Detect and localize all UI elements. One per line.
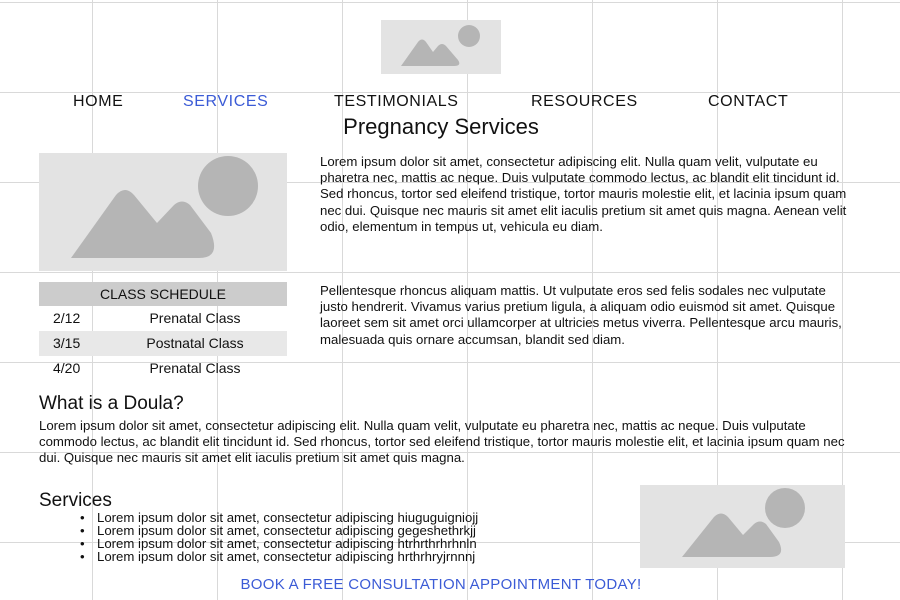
image-placeholder-icon <box>71 156 258 258</box>
class-schedule-table: CLASS SCHEDULE 2/12 Prenatal Class 3/15 … <box>39 282 287 381</box>
schedule-row: 3/15 Postnatal Class <box>39 331 287 356</box>
services-image-placeholder <box>640 485 845 568</box>
nav-item-services[interactable]: SERVICES <box>183 93 268 111</box>
logo-image-placeholder <box>381 20 501 74</box>
page-title: Pregnancy Services <box>343 114 539 139</box>
book-consultation-link[interactable]: BOOK A FREE CONSULTATION APPOINTMENT TOD… <box>0 576 882 593</box>
nav-item-home[interactable]: HOME <box>73 93 123 111</box>
schedule-class-name: Postnatal Class <box>146 335 244 351</box>
nav-item-resources[interactable]: RESOURCES <box>531 93 638 111</box>
image-placeholder-icon <box>401 25 480 66</box>
intro-paragraph-1: Lorem ipsum dolor sit amet, consectetur … <box>320 154 847 234</box>
schedule-class-name: Prenatal Class <box>149 310 241 326</box>
doula-paragraph: Lorem ipsum dolor sit amet, consectetur … <box>39 418 845 466</box>
schedule-date: 3/15 <box>53 335 81 351</box>
services-list-container: Lorem ipsum dolor sit amet, consectetur … <box>97 511 617 563</box>
schedule-header: CLASS SCHEDULE <box>39 282 287 306</box>
schedule-row: 2/12 Prenatal Class <box>39 306 287 331</box>
intro-paragraph-2: Pellentesque rhoncus aliquam mattis. Ut … <box>320 283 842 347</box>
schedule-date: 4/20 <box>53 360 81 376</box>
hero-image-placeholder <box>39 153 287 271</box>
nav-item-testimonials[interactable]: TESTIMONIALS <box>334 93 459 111</box>
image-placeholder-icon <box>682 488 805 557</box>
schedule-date: 2/12 <box>53 310 81 326</box>
main-nav: HOME SERVICES TESTIMONIALS RESOURCES CON… <box>0 91 900 113</box>
schedule-row: 4/20 Prenatal Class <box>39 356 287 381</box>
services-list: Lorem ipsum dolor sit amet, consectetur … <box>97 511 617 563</box>
doula-heading: What is a Doula? <box>39 393 184 414</box>
services-heading: Services <box>39 490 112 511</box>
list-item: Lorem ipsum dolor sit amet, consectetur … <box>97 550 617 563</box>
schedule-class-name: Prenatal Class <box>149 360 241 376</box>
nav-item-contact[interactable]: CONTACT <box>708 93 788 111</box>
